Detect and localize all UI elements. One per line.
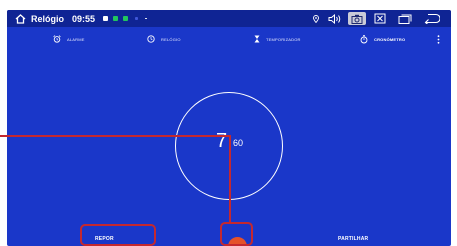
home-icon[interactable] xyxy=(14,10,26,27)
stopwatch-seconds: 7 xyxy=(216,130,228,152)
tab-clock[interactable]: RELÓGIO xyxy=(147,29,181,49)
annotation-box-reset xyxy=(80,224,156,246)
tab-stopwatch[interactable]: CRONÓMETRO xyxy=(360,29,405,49)
recent-apps-icon[interactable] xyxy=(396,12,414,25)
hourglass-icon xyxy=(254,35,260,43)
annotation-box-play xyxy=(220,222,253,246)
tab-stopwatch-label: CRONÓMETRO xyxy=(374,36,406,42)
status-time: 09:55 xyxy=(72,13,96,24)
screenshot-icon[interactable] xyxy=(348,12,366,25)
notification-icon xyxy=(135,17,138,20)
more-notifications-icon xyxy=(145,18,147,19)
notification-icon xyxy=(113,16,118,21)
status-bar: Relógio 09:55 xyxy=(7,10,451,27)
notification-icon xyxy=(103,16,108,21)
tab-clock-label: RELÓGIO xyxy=(161,36,181,42)
tab-bar: ALARME RELÓGIO TEMPORIZADOR CRONÓMETRO xyxy=(7,29,451,49)
tab-timer[interactable]: TEMPORIZADOR xyxy=(254,29,301,49)
tab-alarm[interactable]: ALARME xyxy=(53,29,85,49)
alarm-clock-icon xyxy=(53,35,61,43)
back-icon[interactable] xyxy=(423,12,441,25)
tab-alarm-label: ALARME xyxy=(67,36,85,42)
notification-icon xyxy=(123,16,128,21)
close-box-icon[interactable] xyxy=(371,12,389,25)
more-options-icon[interactable] xyxy=(437,29,440,49)
stopwatch-hundredths: 60 xyxy=(233,138,244,148)
clock-icon xyxy=(147,35,155,43)
tab-timer-label: TEMPORIZADOR xyxy=(266,36,301,42)
volume-icon[interactable] xyxy=(326,12,344,25)
annotation-line-vertical xyxy=(229,135,231,223)
share-button[interactable]: PARTILHAR xyxy=(338,236,368,242)
app-title: Relógio xyxy=(31,13,64,24)
stopwatch-icon xyxy=(360,34,368,44)
annotation-line-horizontal xyxy=(0,135,230,137)
location-icon xyxy=(312,10,320,27)
